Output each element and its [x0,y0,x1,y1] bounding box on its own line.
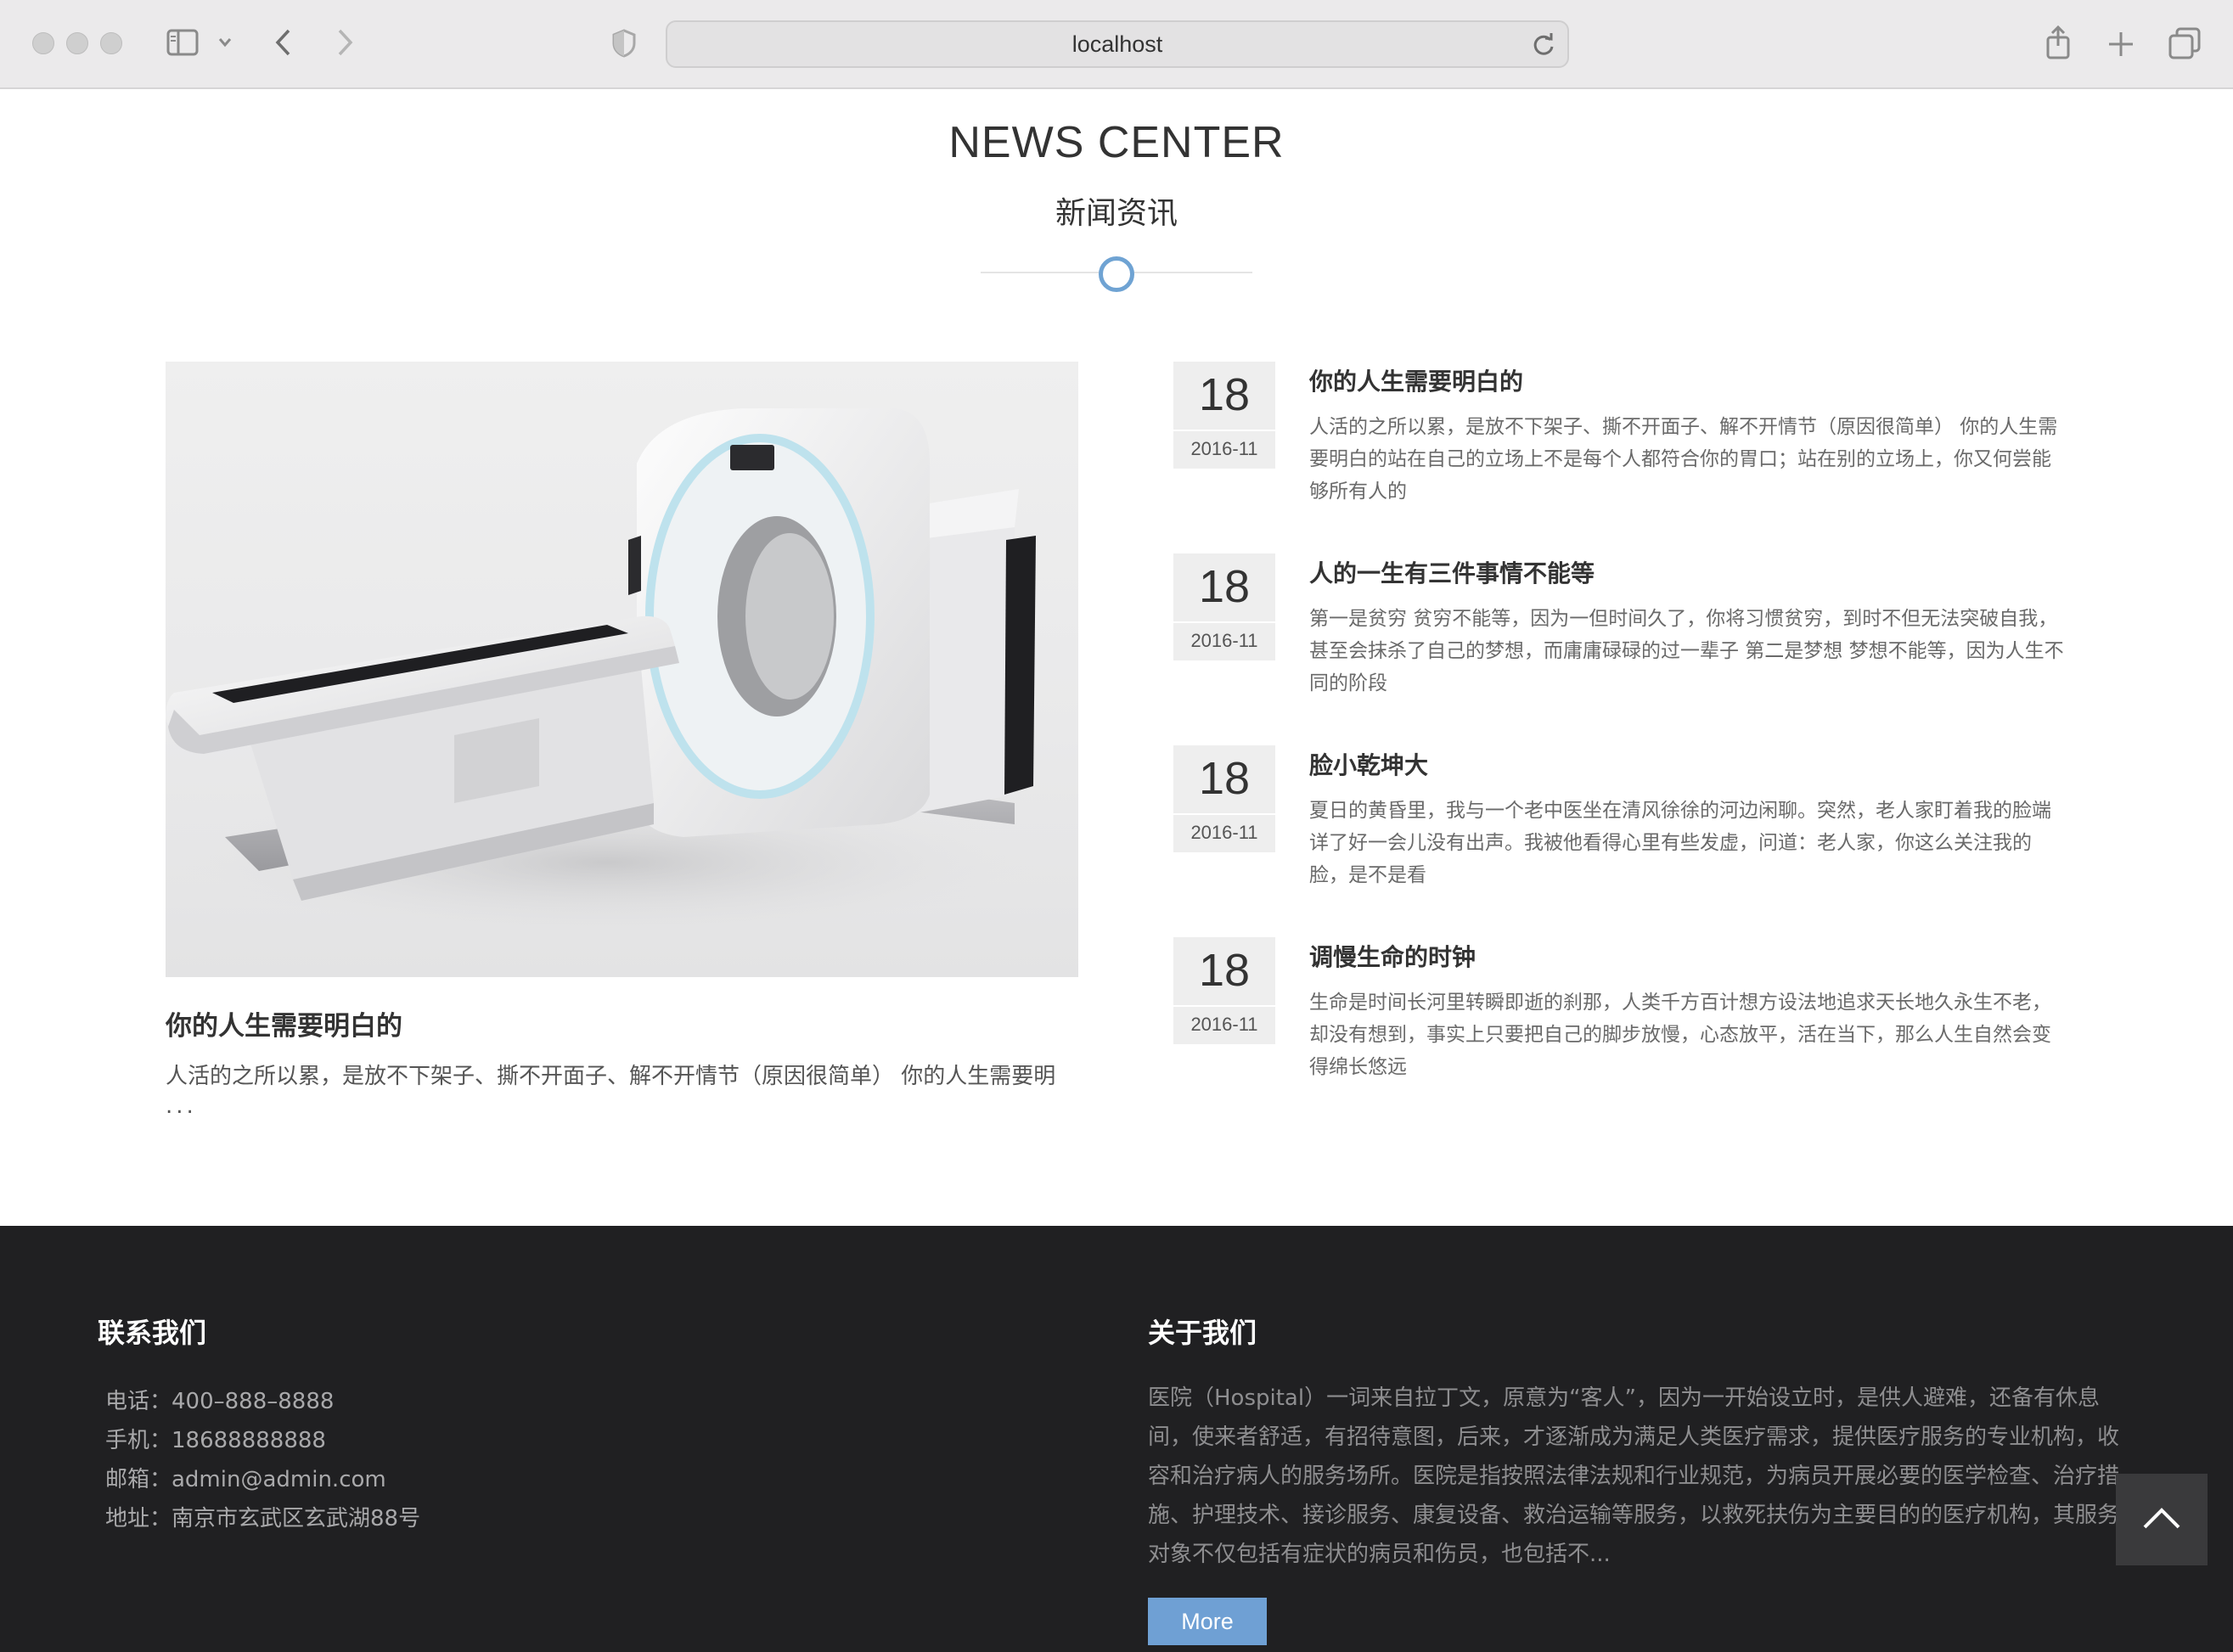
tab-overview-icon[interactable] [2168,27,2201,63]
title-divider-circle [1099,256,1134,292]
reload-icon[interactable] [1532,32,1555,64]
featured-title[interactable]: 你的人生需要明白的 [166,1004,402,1042]
news-summary: 夏日的黄昏里，我与一个老中医坐在清风徐徐的河边闲聊。突然，老人家盯着我的脸端详了… [1309,800,2051,886]
news-item[interactable]: 18 2016-11 调慢生命的时钟 生命是时间长河里转瞬即逝的刹那，人类千方百… [1173,937,2073,1107]
chevron-down-icon[interactable] [217,36,233,52]
news-item[interactable]: 18 2016-11 脸小乾坤大 夏日的黄昏里，我与一个老中医坐在清风徐徐的河边… [1173,745,2073,915]
close-window-button[interactable] [32,32,54,54]
date-badge: 18 2016-11 [1173,362,1275,469]
browser-toolbar: localhost [0,0,2233,89]
featured-excerpt: 人活的之所以累，是放不下架子、撕不开面子、解不开情节（原因很简单） 你的人生需要… [166,1064,1056,1089]
date-divider [1173,813,1275,815]
contact-mobile: 手机：18688888888 [105,1428,326,1453]
date-day: 18 [1198,561,1251,612]
about-heading: 关于我们 [1148,1317,1257,1349]
back-to-top-button[interactable] [2116,1474,2208,1565]
featured-image-ct-scanner[interactable] [166,362,1078,977]
news-summary: 生命是时间长河里转瞬即逝的刹那，人类千方百计想方设法地追求天长地久永生不老，却没… [1309,992,2051,1078]
news-summary: 人活的之所以累，是放不下架子、撕不开面子、解不开情节（原因很简单） 你的人生需要… [1309,416,2058,503]
back-icon[interactable] [273,27,294,61]
contact-heading: 联系我们 [98,1317,207,1349]
date-day: 18 [1198,753,1251,804]
forward-icon[interactable] [335,27,355,61]
contact-address: 地址：南京市玄武区玄武湖88号 [105,1506,421,1531]
section-title-cn: 新闻资讯 [1055,196,1178,231]
date-divider [1173,1005,1275,1007]
news-title[interactable]: 脸小乾坤大 [1309,747,1428,781]
news-title[interactable]: 你的人生需要明白的 [1309,363,1523,397]
date-day: 18 [1198,945,1251,996]
date-year-month: 2016-11 [1190,1014,1258,1035]
date-badge: 18 2016-11 [1173,937,1275,1044]
news-summary: 第一是贫穷 贫穷不能等，因为一但时间久了，你将习惯贫穷，到时不但无法突破自我，甚… [1309,608,2064,694]
date-year-month: 2016-11 [1190,822,1258,843]
date-badge: 18 2016-11 [1173,745,1275,852]
contact-email[interactable]: 邮箱：admin@admin.com [105,1462,386,1493]
news-item[interactable]: 18 2016-11 你的人生需要明白的 人活的之所以累，是放不下架子、撕不开面… [1173,362,2073,531]
contact-phone: 电话：400–888–8888 [105,1389,335,1414]
about-text: 医院（Hospital）一词来自拉丁文，原意为“客人”，因为一开始设立时，是供人… [1148,1385,2120,1567]
section-title-en: NEWS CENTER [948,118,1285,167]
new-tab-icon[interactable] [2107,31,2135,61]
address-bar[interactable]: localhost [666,20,1569,68]
date-day: 18 [1198,369,1251,420]
date-badge: 18 2016-11 [1173,553,1275,660]
date-year-month: 2016-11 [1190,438,1258,459]
featured-ellipsis: ... [166,1093,197,1119]
date-divider [1173,621,1275,623]
minimize-window-button[interactable] [66,32,88,54]
sidebar-icon[interactable] [166,29,199,59]
news-item[interactable]: 18 2016-11 人的一生有三件事情不能等 第一是贫穷 贫穷不能等，因为一但… [1173,553,2073,723]
date-divider [1173,430,1275,431]
zoom-window-button[interactable] [100,32,122,54]
date-year-month: 2016-11 [1190,630,1258,651]
chevron-up-icon [2141,1505,2182,1534]
news-title[interactable]: 人的一生有三件事情不能等 [1309,555,1595,589]
share-icon[interactable] [2045,25,2072,63]
news-title[interactable]: 调慢生命的时钟 [1309,939,1476,973]
url-text: localhost [1072,31,1163,57]
privacy-shield-icon[interactable] [611,29,637,61]
more-button[interactable]: More [1148,1598,1267,1645]
